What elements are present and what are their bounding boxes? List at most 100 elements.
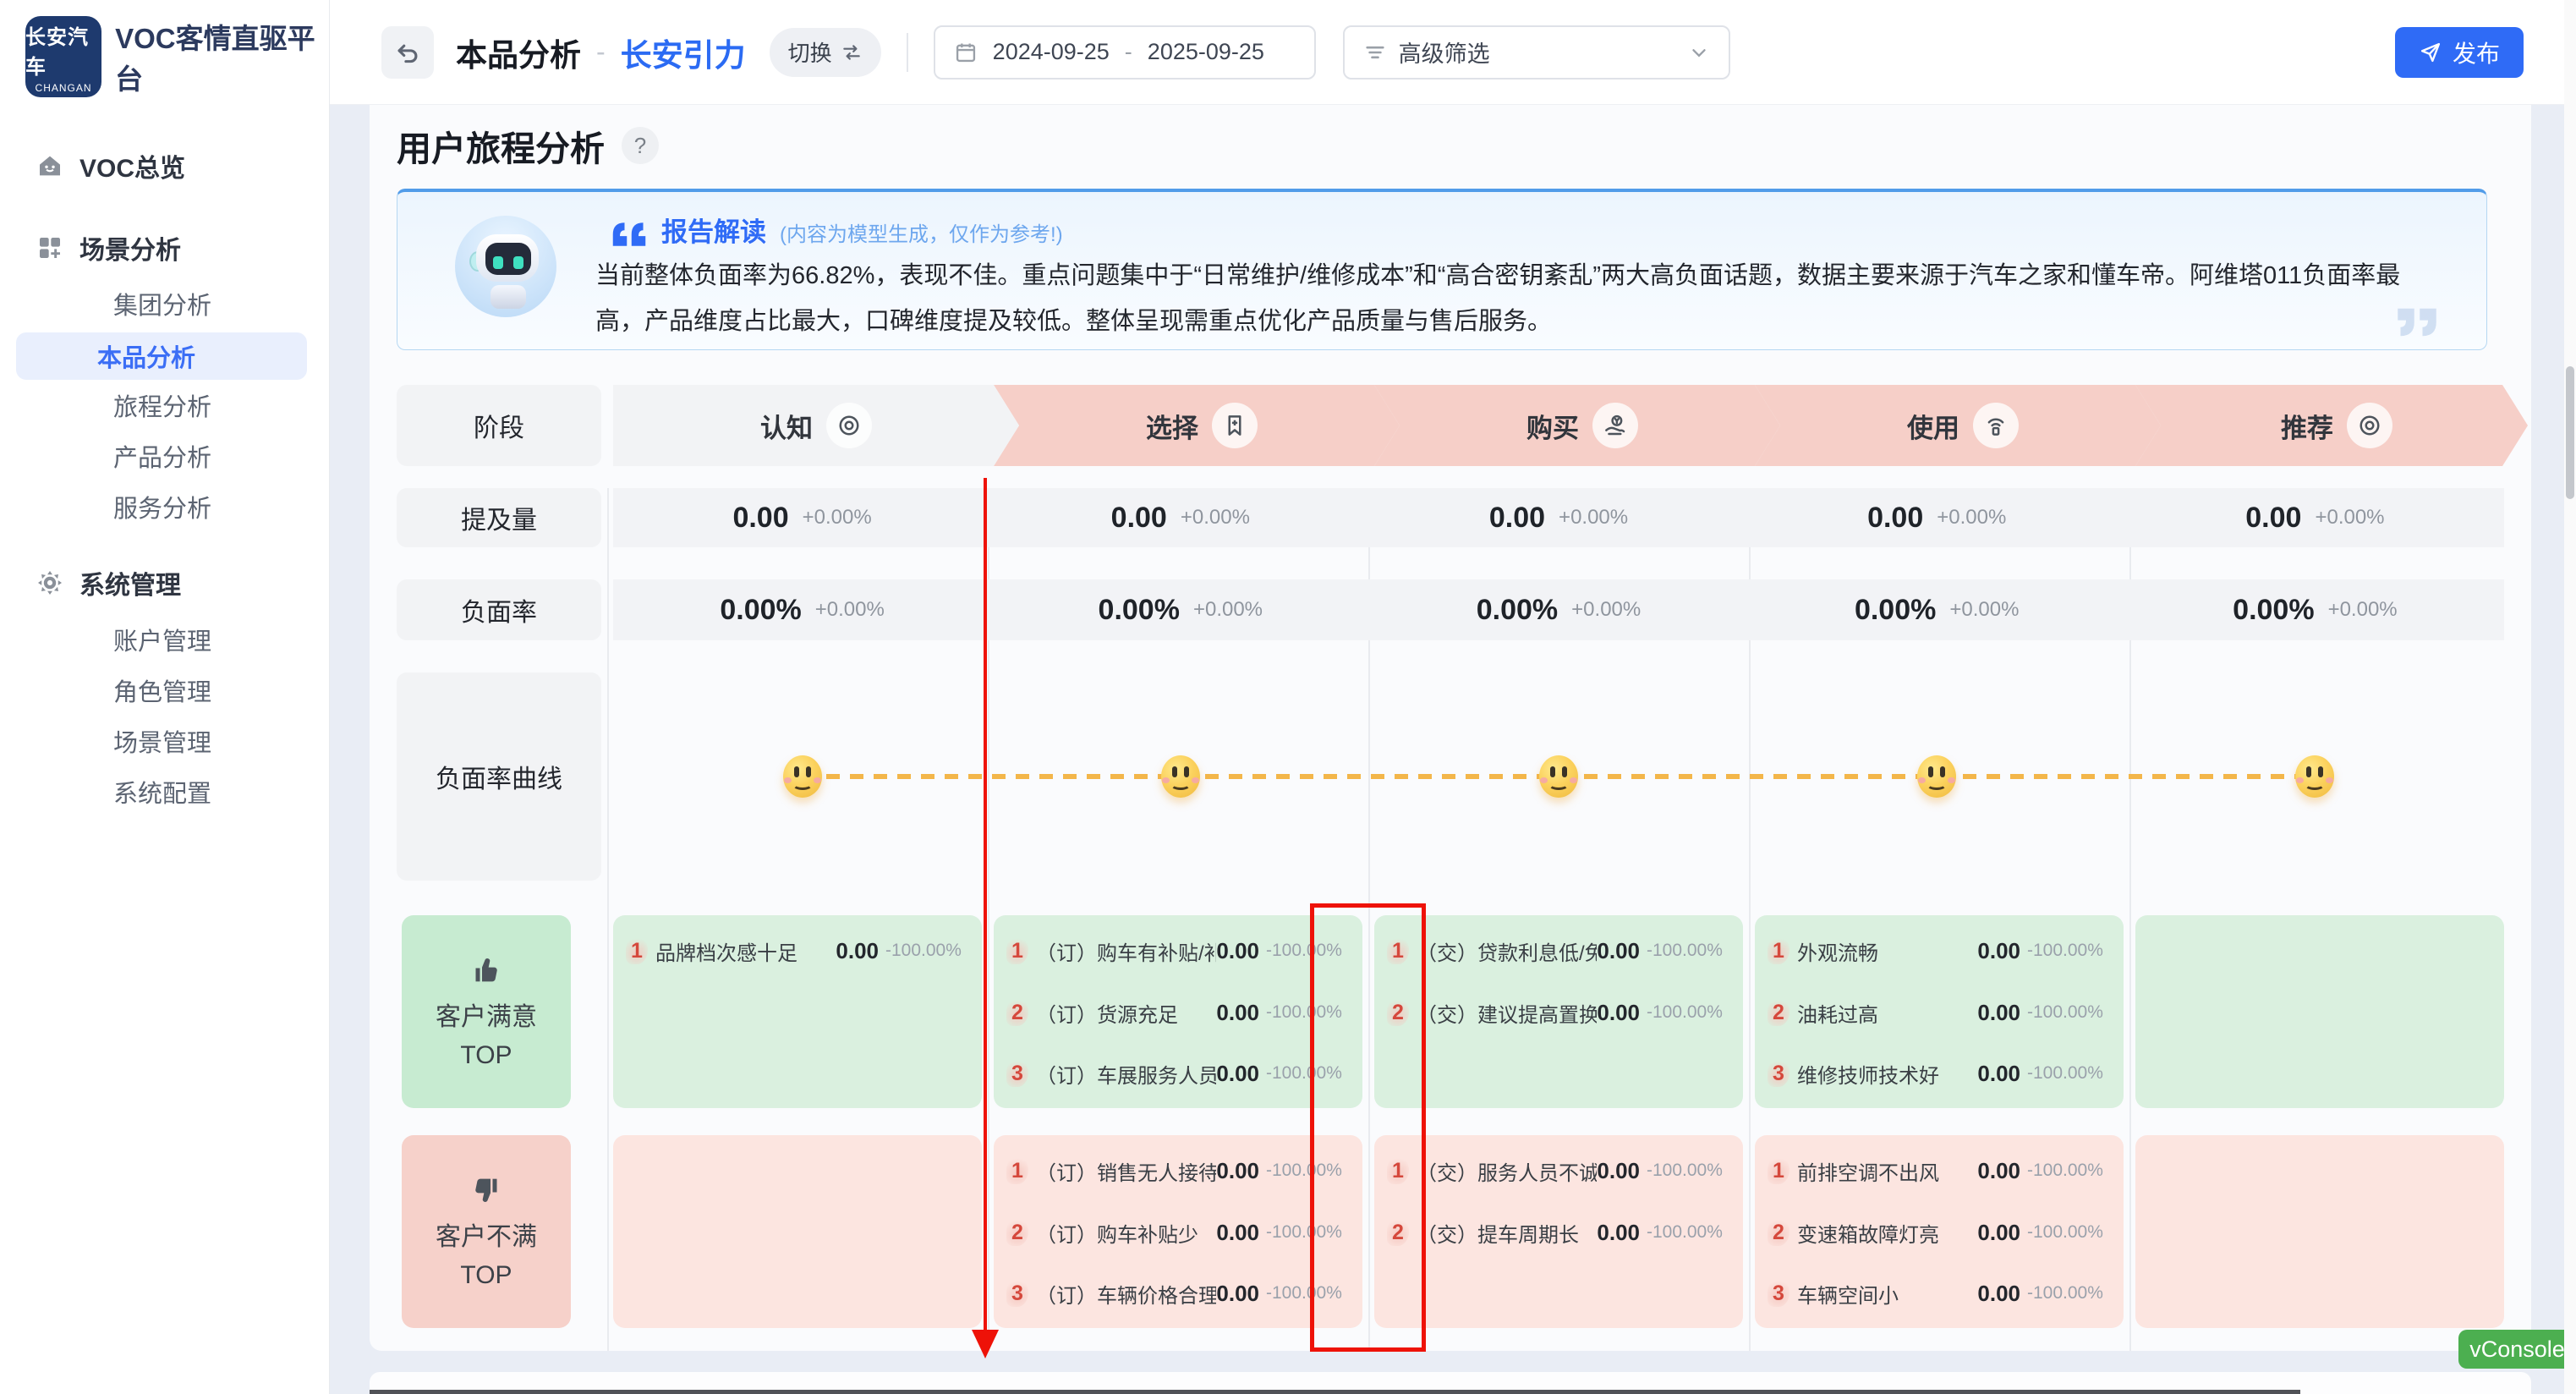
rank-badge: 1 [625,939,649,963]
satisfied-box-1: 1 （订）购车有补贴/补贴多 0.00 -100.00% 2 （订）货源充足 0… [994,915,1362,1108]
topic-delta: -100.00% [885,941,973,961]
sidebar-item-role-management[interactable]: 角色管理 [0,665,329,716]
journey-analysis-card: 用户旅程分析 ? 报告解读 (内容为模型生成，仅作为参考!) 当前整体负面率为6… [370,105,2531,1351]
sidebar-item-product-self-analysis[interactable]: 本品分析 [0,331,329,381]
sidebar-item-product-analysis[interactable]: 产品分析 [0,431,329,481]
negative-rate-delta: +0.00% [2328,598,2398,622]
negative-rate-value: 0.00% [1477,594,1558,627]
satisfied-label-line1: 客户满意 [436,996,537,1033]
section-title-row: 用户旅程分析 ? [397,120,659,171]
dissatisfied-box-2: 1 （交）服务人员不诚信行为 0.00 -100.00% 2 （交）提车周期长 … [1374,1135,1743,1328]
topic-label: 变速箱故障灯亮 [1797,1218,1939,1248]
filter-selected-value: 高级筛选 [1399,36,1490,69]
stage-cell-awareness[interactable]: 认知 [613,385,982,466]
sidebar-item-account-management[interactable]: 账户管理 [0,614,329,665]
sidebar-section-system-management[interactable]: 系统管理 [0,557,329,608]
back-button[interactable] [381,26,434,79]
report-label: 报告解读 [661,211,766,249]
gear-icon [36,568,64,597]
report-header: 报告解读 (内容为模型生成，仅作为参考!) [611,211,1063,249]
top-item: 2 （交）建议提高置换补贴额度 0.00 -100.00% [1386,994,1735,1031]
annotation-rectangle [1310,903,1426,1352]
help-icon[interactable]: ? [622,127,659,164]
robot-eye [513,256,523,269]
topic-label: （订）销售无人接待 [1036,1156,1216,1186]
sidebar-item-label: 服务分析 [0,489,211,524]
brand-name[interactable]: 长安引力 [621,30,746,75]
stage-cell-usage[interactable]: 使用 [1755,385,2124,466]
switch-button[interactable]: 切换 [770,28,881,77]
topic-delta: -100.00% [2027,1161,2115,1181]
signal-icon [1973,403,2019,448]
advanced-filter-select[interactable]: 高级筛选 [1343,25,1730,80]
topic-value: 0.00 [1977,1158,2020,1184]
topic-value: 0.00 [1216,1158,1259,1184]
quote-open-icon [611,220,648,249]
dissatisfied-top-row: 客户不满 TOP 1 （订）销售无人接待 0.00 -100.00% 2 （订）… [397,1135,2504,1328]
topic-delta: -100.00% [2027,1222,2115,1243]
topic-value: 0.00 [1216,1000,1259,1026]
negative-rate-cell: 0.00% +0.00% [1748,579,2126,640]
negative-rate-value: 0.00% [720,594,801,627]
topic-value: 0.00 [1977,1000,2020,1026]
chevron-down-icon [1688,41,1710,63]
stage-header-row: 阶段 认知 选择 购买 [397,385,2504,466]
dissatisfied-box-4 [2135,1135,2504,1328]
app-title: VOC客情直驱平台 [115,16,329,97]
topic-label: 车辆空间小 [1797,1279,1899,1309]
sidebar-item-system-config[interactable]: 系统配置 [0,766,329,817]
topic-label: （订）购车补贴少 [1036,1218,1198,1248]
stage-cell-recommendation[interactable]: 推荐 [2135,385,2504,466]
smiley-face-icon [1161,755,1200,798]
rank-badge: 3 [1006,1062,1029,1086]
sidebar-item-voc-overview[interactable]: VOC总览 [0,140,329,191]
satisfied-top-label: 客户满意 TOP [402,915,571,1108]
publish-button[interactable]: 发布 [2395,27,2524,78]
row-label-stage: 阶段 [397,385,601,466]
sidebar-item-service-analysis[interactable]: 服务分析 [0,481,329,532]
apps-grid-icon [36,233,64,262]
topic-label: （订）货源充足 [1036,998,1178,1028]
top-item: 1 品牌档次感十足 0.00 -100.00% [625,932,973,969]
sidebar-item-scene-management[interactable]: 场景管理 [0,716,329,766]
smiley-face-icon [1917,755,1956,798]
negative-rate-bar: 0.00% +0.00% 0.00% +0.00% 0.00% +0.00% 0… [613,579,2504,640]
stage-cell-selection[interactable]: 选择 [994,385,1362,466]
topic-label: 油耗过高 [1797,998,1878,1028]
mentions-value: 0.00 [1489,502,1545,535]
mentions-cell: 0.00 +0.00% [991,488,1369,547]
topic-label: 外观流畅 [1797,936,1878,966]
mentions-value: 0.00 [1867,502,1923,535]
sidebar-item-journey-analysis[interactable]: 旅程分析 [0,380,329,431]
negative-rate-value: 0.00% [2233,594,2314,627]
vconsole-button[interactable]: vConsole [2458,1330,2576,1369]
rank-badge: 2 [1006,1221,1029,1245]
topic-label: 维修技师技术好 [1797,1059,1939,1089]
top-item: 1 外观流畅 0.00 -100.00% [1767,932,2115,969]
mentions-cell: 0.00 +0.00% [1369,488,1747,547]
mentions-cell: 0.00 +0.00% [613,488,991,547]
sidebar-item-group-analysis[interactable]: 集团分析 [0,278,329,329]
scrollbar-thumb[interactable] [2566,366,2574,499]
negative-rate-delta: +0.00% [1571,598,1641,622]
topic-value: 0.00 [1597,1158,1640,1184]
topic-delta: -100.00% [2027,1283,2115,1303]
topic-label: （订）车展服务人员态度冷漠 [1036,1059,1216,1089]
target-icon [826,403,872,448]
negative-rate-delta: +0.00% [1193,598,1263,622]
page-scrollbar [2564,0,2576,1394]
target-icon [2347,403,2392,448]
topic-label: （交）贷款利息低/免息 [1417,936,1597,966]
sidebar-section-scene-analysis[interactable]: 场景分析 [0,222,329,273]
mentions-delta: +0.00% [1937,506,2006,530]
mentions-value: 0.00 [1111,502,1167,535]
topic-value: 0.00 [1216,1061,1259,1087]
top-item: 1 （交）服务人员不诚信行为 0.00 -100.00% [1386,1152,1735,1189]
report-body-text: 当前整体负面率为66.82%，表现不佳。重点问题集中于“日常维护/维修成本”和“… [595,253,2432,344]
send-icon [2419,41,2442,64]
date-range-picker[interactable]: 2024-09-25 - 2025-09-25 [934,25,1316,80]
rank-badge: 1 [1006,939,1029,963]
negative-rate-row: 负面率 0.00% +0.00% 0.00% +0.00% 0.00% +0.0… [397,579,2504,640]
sidebar-item-label: 系统配置 [0,774,211,810]
stage-cell-purchase[interactable]: 购买 [1374,385,1743,466]
